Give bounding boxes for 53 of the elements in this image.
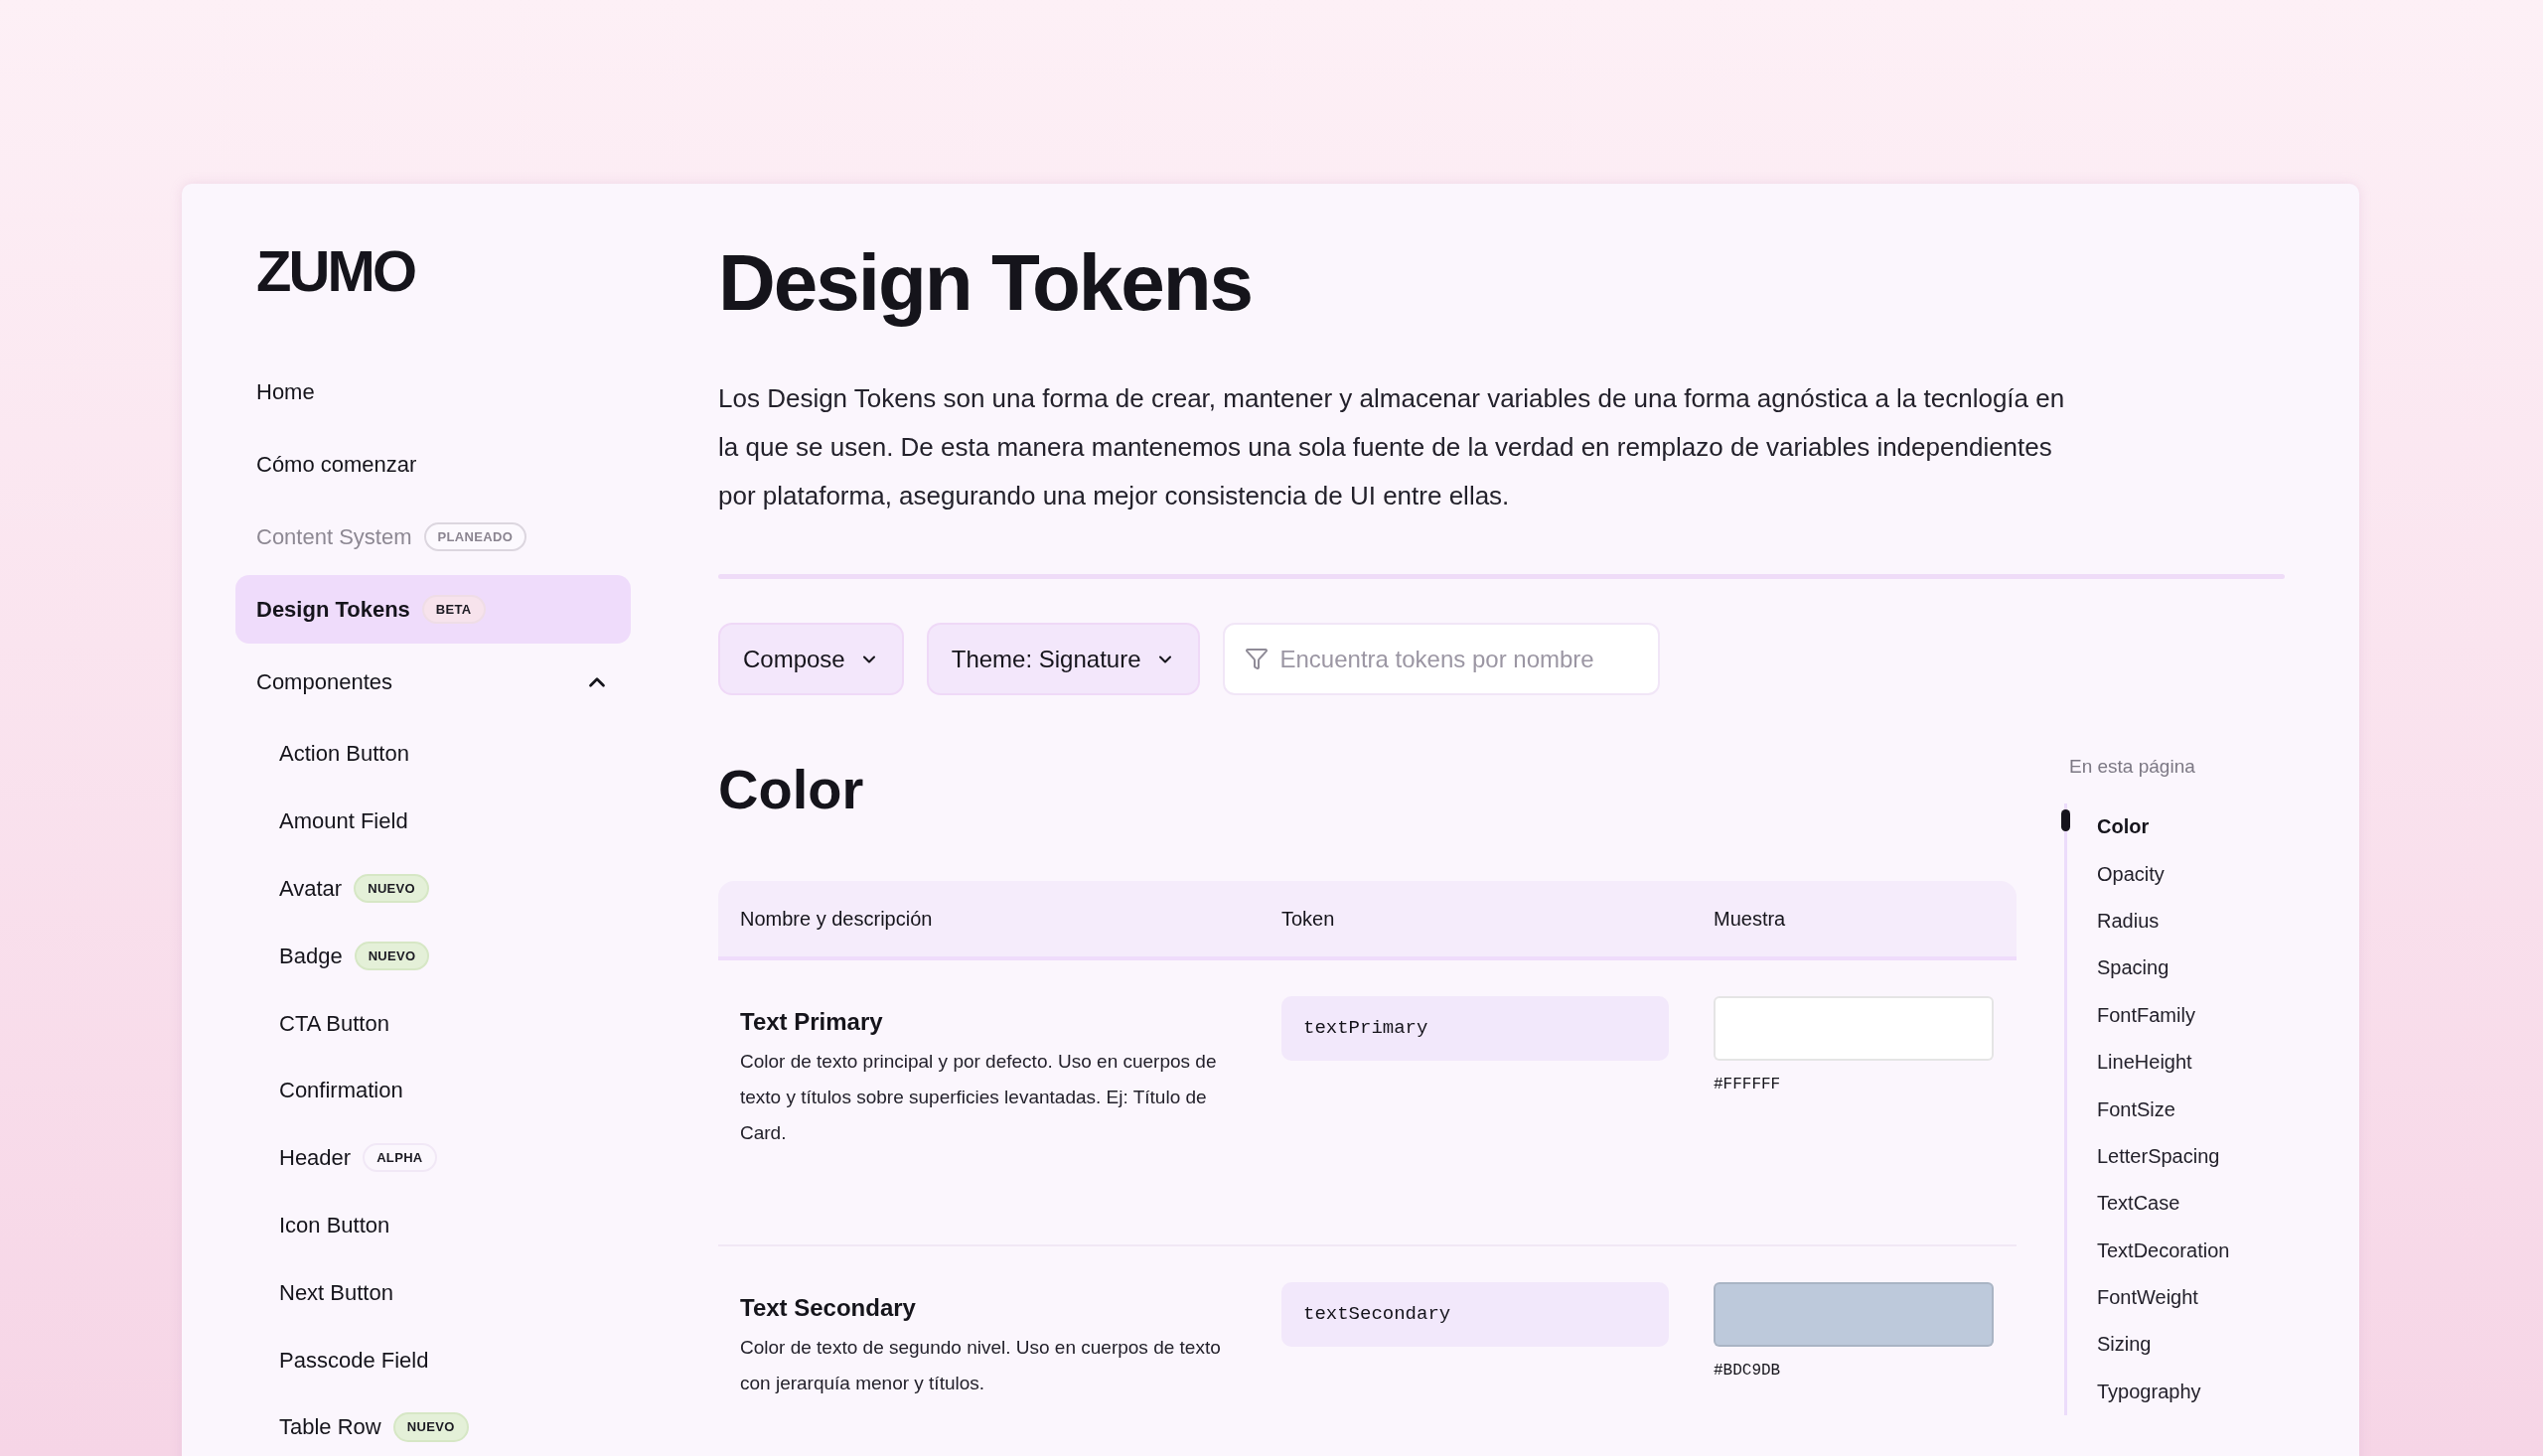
status-badge: NUEVO bbox=[354, 941, 430, 971]
nav-subitem[interactable]: Confirmation bbox=[235, 1057, 631, 1124]
brand-logo[interactable]: ZUMO bbox=[256, 248, 631, 293]
toc-link[interactable]: Color bbox=[2097, 811, 2150, 842]
nav-item[interactable]: Design Tokens BETA bbox=[235, 575, 631, 644]
nav-item[interactable]: Home bbox=[235, 358, 631, 426]
column-header: Nombre y descripción bbox=[740, 907, 934, 932]
toc-link[interactable]: LineHeight bbox=[2097, 1047, 2192, 1078]
section-heading: Color bbox=[718, 760, 865, 819]
token-code: textSecondary bbox=[1281, 1282, 1669, 1347]
intro-paragraph: Los Design Tokens son una forma de crear, mantener y almacenar variables de una forma agnóstica a la tecnlogía en la que se usen. De esta manera mantenemos una sola fuente de la verdad en remplazo de variables independientes por plataforma, asegurando una mejor consistencia de UI entre ellas. bbox=[718, 382, 2066, 512]
dropdown-button[interactable]: Compose bbox=[718, 623, 904, 695]
status-badge: BETA bbox=[421, 594, 486, 625]
nav-subitem[interactable]: Next Button bbox=[235, 1258, 631, 1327]
toc-title: En esta página bbox=[2069, 755, 2196, 779]
status-badge: NUEVO bbox=[392, 1412, 469, 1442]
column-header: Muestra bbox=[1714, 907, 1787, 932]
token-name: Text Primary bbox=[740, 1007, 884, 1037]
nav-subitem[interactable]: Passcode Field bbox=[235, 1326, 631, 1393]
toc-link[interactable]: Typography bbox=[2097, 1376, 2201, 1406]
status-badge: PLANEADO bbox=[423, 521, 527, 552]
toc-link[interactable]: TextCase bbox=[2097, 1188, 2180, 1219]
hex-value: #BDC9DB bbox=[1714, 1361, 1782, 1382]
toc-link[interactable]: LetterSpacing bbox=[2097, 1140, 2220, 1171]
nav-subitem[interactable]: CTA Button bbox=[235, 989, 631, 1057]
toc-link[interactable]: Spacing bbox=[2097, 952, 2169, 983]
nav-subitem[interactable]: Avatar NUEVO bbox=[235, 854, 631, 923]
token-description: Color de texto principal y por defecto. Uso en cuerpos de texto y títulos sobre superficies levantadas. Ej: Título de Card. bbox=[740, 1050, 1218, 1145]
toc-link[interactable]: Sizing bbox=[2097, 1329, 2152, 1360]
nav-subitem[interactable]: Badge NUEVO bbox=[235, 922, 631, 990]
nav-subitem[interactable]: Table Row NUEVO bbox=[235, 1392, 631, 1456]
filter-icon bbox=[1244, 647, 1269, 670]
toc-link[interactable]: TextDecoration bbox=[2097, 1235, 2230, 1265]
column-header: Token bbox=[1281, 907, 1336, 932]
status-badge: NUEVO bbox=[354, 873, 430, 904]
token-code: textPrimary bbox=[1281, 996, 1669, 1061]
toc-link[interactable]: FontSize bbox=[2097, 1093, 2175, 1124]
nav-item[interactable]: Componentes bbox=[235, 648, 631, 716]
search-field[interactable]: Encuentra tokens por nombre bbox=[1222, 623, 1660, 695]
toc-link[interactable]: Opacity bbox=[2097, 858, 2165, 889]
nav-subitem[interactable]: Amount Field bbox=[235, 787, 631, 855]
hex-value: #FFFFFF bbox=[1714, 1075, 1782, 1095]
status-badge: ALPHA bbox=[363, 1142, 437, 1173]
nav-item[interactable]: Cómo comenzar bbox=[235, 430, 631, 499]
token-name: Text Secondary bbox=[740, 1293, 917, 1323]
nav-subitem[interactable]: Header ALPHA bbox=[235, 1123, 631, 1192]
toc-link[interactable]: FontFamily bbox=[2097, 999, 2195, 1030]
token-description: Color de texto de segundo nivel. Uso en cuerpos de texto con jerarquía menor y títulos. bbox=[740, 1336, 1222, 1395]
toc-link[interactable]: Radius bbox=[2097, 905, 2160, 936]
dropdown-button[interactable]: Theme: Signature bbox=[926, 623, 1200, 695]
nav-subitem[interactable]: Icon Button bbox=[235, 1191, 631, 1259]
nav-subitem[interactable]: Action Button bbox=[235, 720, 631, 788]
toc-link[interactable]: FontWeight bbox=[2097, 1282, 2198, 1313]
